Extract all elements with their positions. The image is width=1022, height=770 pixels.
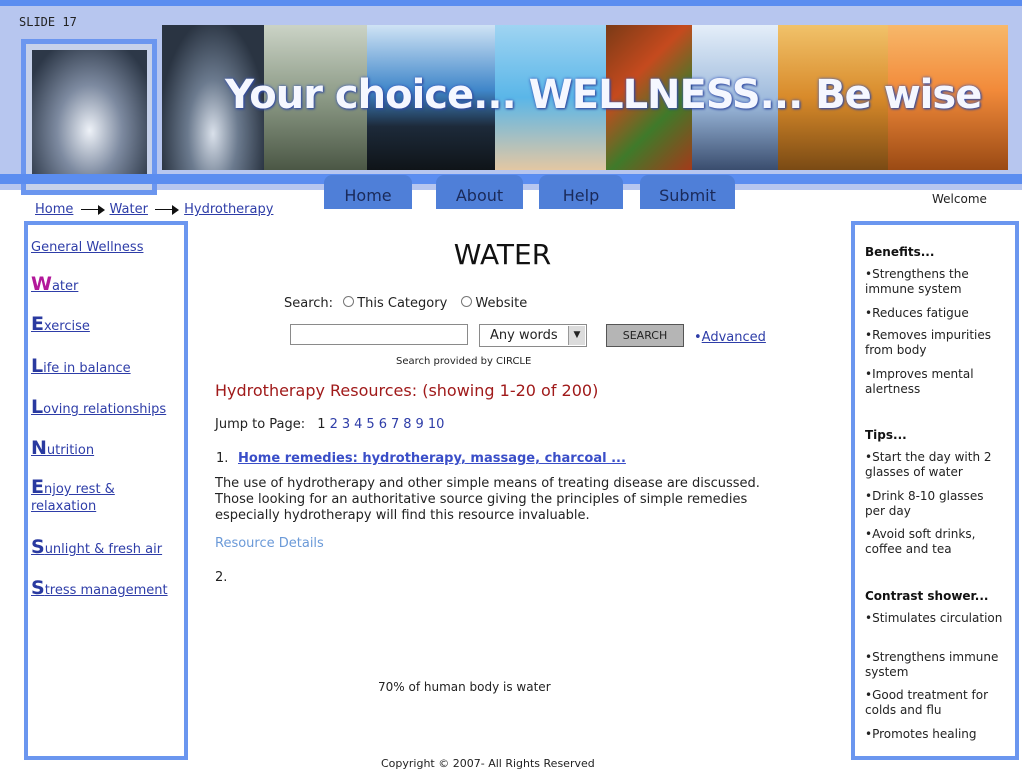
search-input[interactable] [290, 324, 468, 345]
jump-label: Jump to Page: [215, 417, 306, 432]
result-title-link[interactable]: Home remedies: hydrotherapy, massage, ch… [238, 451, 626, 466]
page-link[interactable]: 8 [403, 417, 411, 432]
benefit-item: •Reduces fatigue [865, 306, 969, 320]
logo-frame [21, 39, 157, 195]
arrow-right-icon [80, 204, 107, 215]
advanced-search: •Advanced [694, 330, 766, 345]
tab-about[interactable]: About [436, 175, 523, 209]
contrast-item: •Stimulates circulation [865, 611, 1003, 625]
result-number: 2. [215, 570, 228, 585]
tip-item: •Drink 8-10 glasses per day [865, 489, 984, 518]
water-drop-logo [32, 50, 147, 184]
match-type-select[interactable]: Any words ▼ [479, 324, 587, 347]
tips-heading: Tips... [865, 428, 907, 442]
tip-item: •Start the day with 2 glasses of water [865, 450, 992, 479]
sidebar-item-general-wellness[interactable]: General Wellness [31, 239, 143, 256]
contrast-item: •Good treatment for colds and flu [865, 688, 989, 717]
page-link[interactable]: 6 [379, 417, 387, 432]
welcome-text: Welcome [932, 192, 987, 206]
radio-this-category[interactable] [343, 296, 355, 307]
pagination: Jump to Page: 1 2 3 4 5 6 7 8 9 10 [215, 417, 444, 432]
sidebar-item-sunlight[interactable]: Sunlight & fresh air [31, 538, 162, 558]
tip-item: •Avoid soft drinks, coffee and tea [865, 527, 976, 556]
sidebar-item-loving-relationships[interactable]: Loving relationships [31, 398, 166, 418]
benefit-item: •Improves mental alertness [865, 367, 974, 396]
radio-website-label: Website [475, 296, 528, 311]
contrast-item: •Strengthens immune system [865, 650, 999, 679]
benefit-item: •Strengthens the immune system [865, 267, 969, 296]
match-type-value: Any words [490, 328, 558, 343]
water-fact: 70% of human body is water [378, 680, 551, 694]
benefit-item: •Removes impurities from body [865, 328, 992, 357]
banner-tagline: Your choice... WELLNESS... Be wise [225, 72, 982, 118]
search-label: Search: [284, 296, 334, 311]
slide-label: SLIDE 17 [19, 15, 77, 29]
breadcrumb-water[interactable]: Water [110, 202, 148, 217]
page-link[interactable]: 10 [428, 417, 445, 432]
breadcrumb-home[interactable]: Home [35, 202, 73, 217]
sidebar-item-water[interactable]: Water [31, 275, 78, 295]
sidebar-item-enjoy-rest[interactable]: Enjoy rest & relaxation [31, 478, 115, 515]
contrast-item: •Promotes healing [865, 727, 977, 741]
radio-website[interactable] [461, 296, 473, 307]
benefits-heading: Benefits... [865, 245, 935, 259]
chevron-down-icon[interactable]: ▼ [568, 326, 585, 345]
page-link[interactable]: 4 [354, 417, 362, 432]
advanced-search-link[interactable]: Advanced [702, 330, 766, 345]
page-link[interactable]: 5 [366, 417, 374, 432]
sidebar-item-life-in-balance[interactable]: Life in balance [31, 357, 131, 377]
arrow-right-icon [155, 204, 181, 215]
page-title: WATER [453, 238, 552, 271]
breadcrumb-hydrotherapy[interactable]: Hydrotherapy [184, 202, 273, 217]
search-scope: Search: This Category Website [284, 296, 527, 311]
result-number: 1. [216, 451, 229, 466]
breadcrumb: Home Water Hydrotherapy [35, 202, 273, 217]
sidebar-item-exercise[interactable]: Exercise [31, 315, 90, 335]
sidebar-item-nutrition[interactable]: Nutrition [31, 439, 94, 459]
search-button[interactable]: SEARCH [606, 324, 684, 347]
page-link[interactable]: 2 [330, 417, 338, 432]
page-link[interactable]: 1 [317, 417, 325, 432]
search-provider-note: Search provided by CIRCLE [396, 356, 532, 367]
page-link[interactable]: 7 [391, 417, 399, 432]
tab-home[interactable]: Home [324, 175, 412, 209]
result-description: The use of hydrotherapy and other simple… [215, 476, 760, 523]
sidebar-item-stress-management[interactable]: Stress management [31, 579, 168, 599]
results-heading: Hydrotherapy Resources: (showing 1-20 of… [215, 381, 599, 400]
copyright: Copyright © 2007- All Rights Reserved [381, 757, 595, 770]
contrast-shower-heading: Contrast shower... [865, 589, 989, 603]
resource-details-link[interactable]: Resource Details [215, 536, 324, 551]
page-link[interactable]: 9 [416, 417, 424, 432]
radio-this-category-label: This Category [357, 296, 448, 311]
tab-help[interactable]: Help [539, 175, 623, 209]
page-link[interactable]: 3 [342, 417, 350, 432]
tab-submit[interactable]: Submit [640, 175, 735, 209]
